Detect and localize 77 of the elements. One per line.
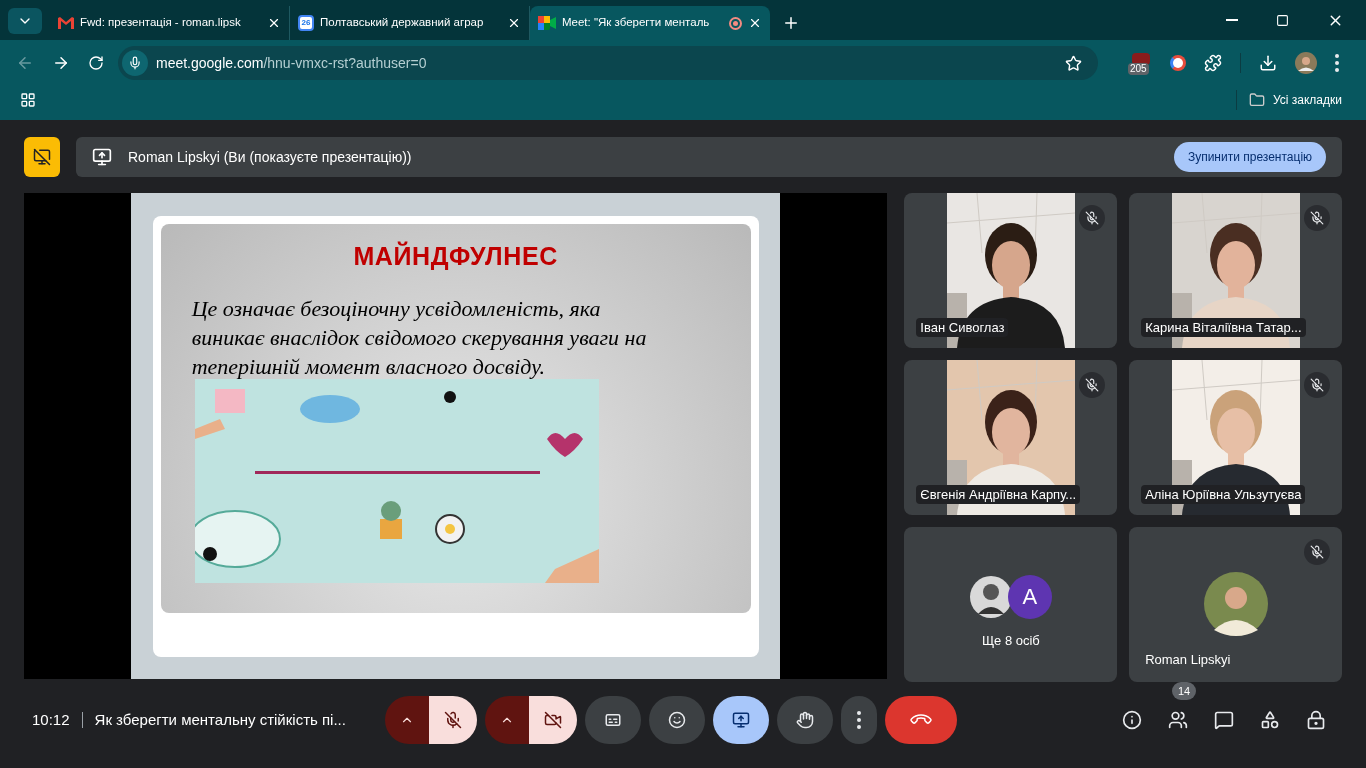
extension-badge: 205 <box>1128 63 1149 75</box>
muted-mic-icon <box>1304 372 1331 398</box>
people-icon <box>1168 710 1188 730</box>
participant-name: Карина Віталіївна Татар... <box>1141 317 1306 337</box>
tab-title: Полтавський державний аграр <box>320 15 485 31</box>
url-text: meet.google.com/hnu-vmxc-rst?authuser=0 <box>156 53 427 73</box>
address-bar[interactable]: meet.google.com/hnu-vmxc-rst?authuser=0 <box>118 46 1098 80</box>
info-button[interactable] <box>1122 710 1142 730</box>
captions-button[interactable] <box>584 696 641 744</box>
mail-icon <box>58 17 74 29</box>
clock-time: 10:12 <box>32 709 70 730</box>
tab-title: Meet: "Як зберегти менталь <box>562 15 711 31</box>
close-icon <box>507 16 521 30</box>
star-icon <box>1065 54 1082 72</box>
tab-title: Fwd: презентація - roman.lipsk <box>80 15 242 31</box>
info-icon <box>1122 710 1142 730</box>
emoji-button[interactable] <box>648 696 705 744</box>
presenting-label: Roman Lipskyi (Ви (показуєте презентацію)) <box>128 147 412 167</box>
options-toggle[interactable] <box>484 696 529 744</box>
new-tab-icon <box>782 14 800 32</box>
lock-icon <box>1306 710 1326 730</box>
voice-search-icon[interactable] <box>122 50 148 76</box>
meeting-title: Як зберегти ментальну стійкість пі... <box>94 709 347 730</box>
download-icon <box>1259 54 1277 72</box>
bookmarks-label[interactable]: Усі закладки <box>1273 91 1342 109</box>
calendar-icon: 26 <box>298 15 314 31</box>
stop-presenting-button[interactable]: Зупинити презентацію <box>1174 142 1326 172</box>
host-button[interactable] <box>1306 710 1326 730</box>
menu-icon[interactable] <box>1335 54 1339 72</box>
apps-icon <box>20 92 36 108</box>
muted-mic-icon <box>443 711 462 729</box>
slide-text-line: Це означає безоціночну усвідомленість, яка <box>191 294 602 323</box>
participant-name: Roman Lipskyi <box>1145 650 1231 669</box>
close-icon <box>267 16 281 30</box>
slide-text-line: теперішній момент власного досвіду. <box>191 352 547 381</box>
muted-mic-icon <box>1304 205 1331 231</box>
shapes-icon <box>1260 710 1280 730</box>
present-screen-icon <box>731 711 750 729</box>
reload-icon <box>88 55 104 71</box>
forward-icon <box>52 54 70 72</box>
puzzle-icon <box>1204 54 1222 72</box>
presentation-off-icon[interactable] <box>24 137 60 177</box>
activities-button[interactable] <box>1260 710 1280 730</box>
folder-icon <box>1249 92 1265 108</box>
camera-off-icon <box>543 711 562 729</box>
present-screen-icon <box>92 147 112 167</box>
camera-button[interactable] <box>528 696 577 744</box>
hand-button[interactable] <box>776 696 833 744</box>
emoji-icon <box>667 711 686 729</box>
close-icon <box>748 16 762 30</box>
avatar: A <box>1007 574 1052 619</box>
captions-icon <box>603 711 622 729</box>
tab-search-button[interactable] <box>8 8 42 34</box>
chat-icon <box>1214 710 1234 730</box>
end-button[interactable] <box>884 696 957 744</box>
more-button[interactable] <box>840 696 877 744</box>
muted-mic-icon <box>1304 539 1331 565</box>
chat-button[interactable] <box>1214 710 1234 730</box>
participant-name: Аліна Юріївна Ульзутуєва <box>1141 484 1306 504</box>
maximize-icon <box>1276 13 1289 27</box>
muted-mic-icon <box>1079 205 1106 231</box>
present-button[interactable] <box>712 696 769 744</box>
more-icon[interactable] <box>856 711 861 729</box>
slide-title: МАЙНДФУЛНЕС <box>353 240 558 272</box>
participant-count-badge: 14 <box>1172 682 1197 700</box>
profile-avatar[interactable] <box>1295 52 1317 74</box>
microphone-button[interactable] <box>428 696 477 744</box>
slide-text-line: виникає внаслідок свідомого скерування уваги на <box>191 323 648 352</box>
hand-icon <box>795 711 814 729</box>
participant-name: Іван Сивоглаз <box>916 317 1009 337</box>
participant-name: Євгенія Андріївна Карпу... <box>916 484 1081 504</box>
more-participants-label: Ще 8 осіб <box>981 631 1040 650</box>
sync-icon[interactable] <box>1170 55 1186 71</box>
options-toggle[interactable] <box>384 696 429 744</box>
camera-icon <box>538 16 556 30</box>
muted-mic-icon <box>1079 372 1106 398</box>
browser-tab[interactable]: Meet: "Як зберегти менталь <box>530 6 770 40</box>
